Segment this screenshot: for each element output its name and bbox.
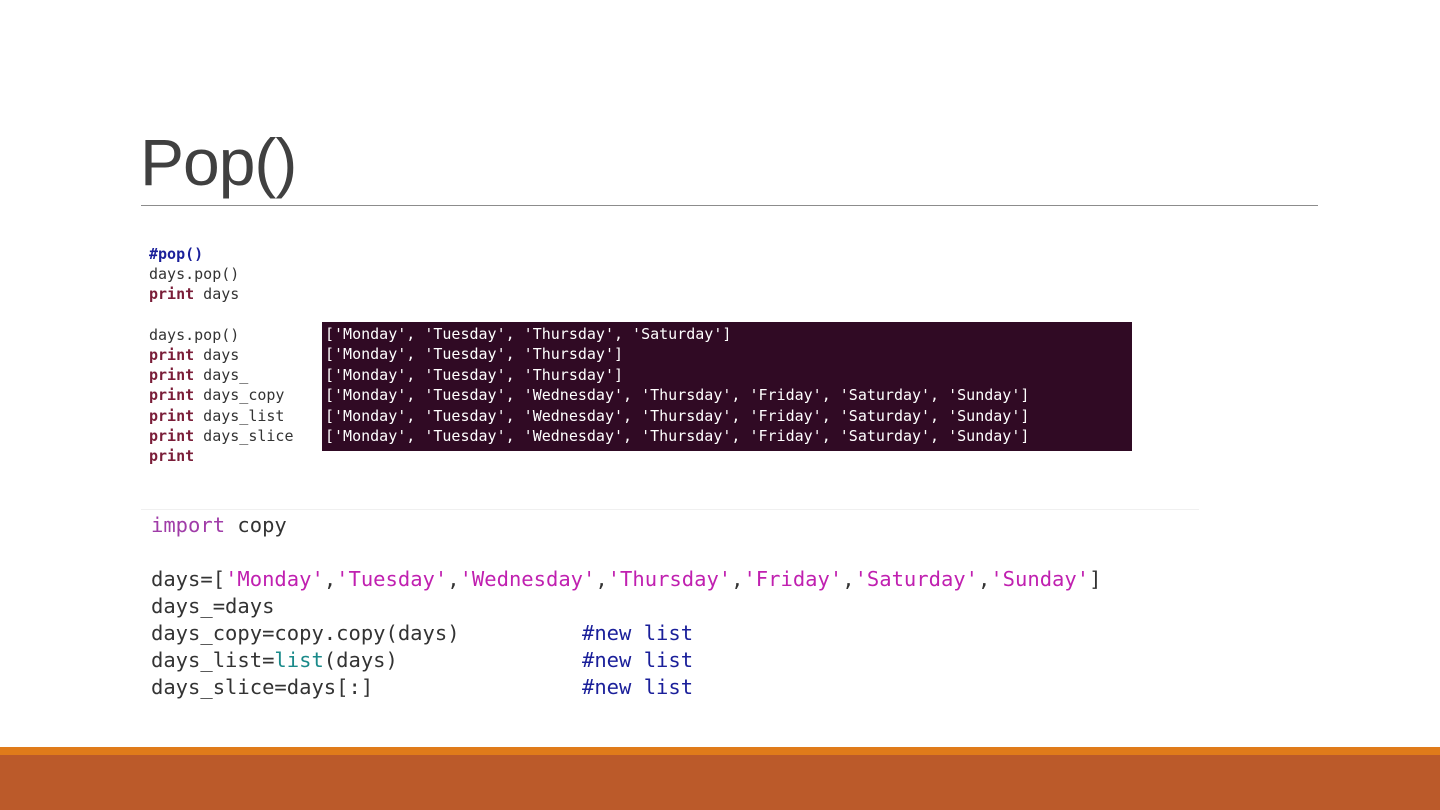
code-line-slice: days_slice=days[:]	[151, 674, 373, 701]
code-comment: #pop()	[149, 245, 204, 263]
title-divider	[141, 205, 1318, 206]
terminal-line: ['Monday', 'Tuesday', 'Wednesday', 'Thur…	[325, 427, 1030, 445]
code-text: days_list=	[151, 648, 275, 672]
code-text: days_copy	[194, 386, 285, 404]
code-comment: #new list	[582, 675, 694, 699]
code-line-print-days: print days	[149, 345, 239, 365]
code-line-pop-call-2: days.pop()	[149, 325, 239, 345]
code-string: 'Monday'	[225, 567, 324, 591]
code-keyword: print	[149, 285, 195, 303]
code-string: 'Thursday'	[607, 567, 732, 591]
code-text: days_	[194, 366, 249, 384]
code-line-print-days-slice: print days_slice	[149, 426, 294, 446]
code-line-print-empty: print	[149, 446, 194, 466]
code-text: days_slice=days[:]	[151, 675, 374, 699]
footer-accent-bar	[0, 747, 1440, 755]
code-keyword: print	[149, 447, 195, 465]
terminal-output: ['Monday', 'Tuesday', 'Thursday', 'Satur…	[322, 322, 1132, 451]
code-string: 'Sunday'	[990, 567, 1090, 591]
code-comment-new-list: #new list	[582, 620, 693, 647]
code-line-import: import copy	[151, 512, 287, 539]
code-line-copy: days_copy=copy.copy(days)	[151, 620, 460, 647]
code-line-alias: days_=days	[151, 593, 274, 620]
terminal-line: ['Monday', 'Tuesday', 'Thursday', 'Satur…	[325, 325, 732, 343]
code-line-days-list: days=['Monday','Tuesday','Wednesday','Th…	[151, 566, 1101, 593]
code-comma: ,	[323, 567, 337, 591]
code-string: 'Wednesday'	[459, 567, 596, 591]
terminal-line: ['Monday', 'Tuesday', 'Wednesday', 'Thur…	[325, 386, 1030, 404]
code-string: 'Tuesday'	[336, 567, 448, 591]
terminal-line: ['Monday', 'Tuesday', 'Thursday']	[325, 345, 624, 363]
code-line-print-days-list: print days_list	[149, 406, 284, 426]
code-text: copy	[225, 513, 287, 537]
terminal-line: ['Monday', 'Tuesday', 'Wednesday', 'Thur…	[325, 407, 1030, 425]
code-comma: ,	[595, 567, 608, 591]
code-text: days_=days	[151, 594, 275, 618]
code-line-print-days-alias: print days_	[149, 365, 248, 385]
code-comment: #new list	[582, 648, 694, 672]
terminal-line: ['Monday', 'Tuesday', 'Thursday']	[325, 366, 624, 384]
code-text: days_copy=copy.copy(days)	[151, 621, 460, 645]
code-line-print: print days	[149, 284, 239, 304]
code-keyword: print	[149, 346, 195, 364]
code-string: 'Friday'	[743, 567, 843, 591]
code-keyword: print	[149, 366, 195, 384]
code-text: days_slice	[194, 427, 294, 445]
code-keyword: print	[149, 386, 195, 404]
footer-bar	[0, 755, 1440, 810]
code-comment-new-list: #new list	[582, 674, 693, 701]
code-line-pop-call: days.pop()	[149, 264, 239, 284]
code-string: 'Saturday'	[854, 567, 978, 591]
code-comma: ,	[977, 567, 991, 591]
code-line-list: days_list=list(days)	[151, 647, 398, 674]
code-keyword: import	[151, 513, 226, 537]
code-text: (days)	[323, 648, 398, 672]
code-text: days.pop()	[149, 265, 240, 283]
code-comment-new-list: #new list	[582, 647, 693, 674]
code-builtin: list	[274, 648, 324, 672]
code-keyword: print	[149, 407, 195, 425]
code-text: days.pop()	[149, 326, 240, 344]
code-comma: ,	[447, 567, 460, 591]
slide-title: Pop()	[140, 125, 297, 199]
code-line-pop-comment: #pop()	[149, 244, 203, 264]
code-text: days_list	[194, 407, 285, 425]
code-line-print-days-copy: print days_copy	[149, 385, 284, 405]
code-comma: ,	[842, 567, 855, 591]
code-text: days=[	[151, 567, 226, 591]
code-text: days	[194, 346, 240, 364]
code-comma: ,	[731, 567, 744, 591]
code-comment: #new list	[582, 621, 694, 645]
code-text: ]	[1089, 567, 1102, 591]
code-keyword: print	[149, 427, 195, 445]
code-text: days	[194, 285, 240, 303]
